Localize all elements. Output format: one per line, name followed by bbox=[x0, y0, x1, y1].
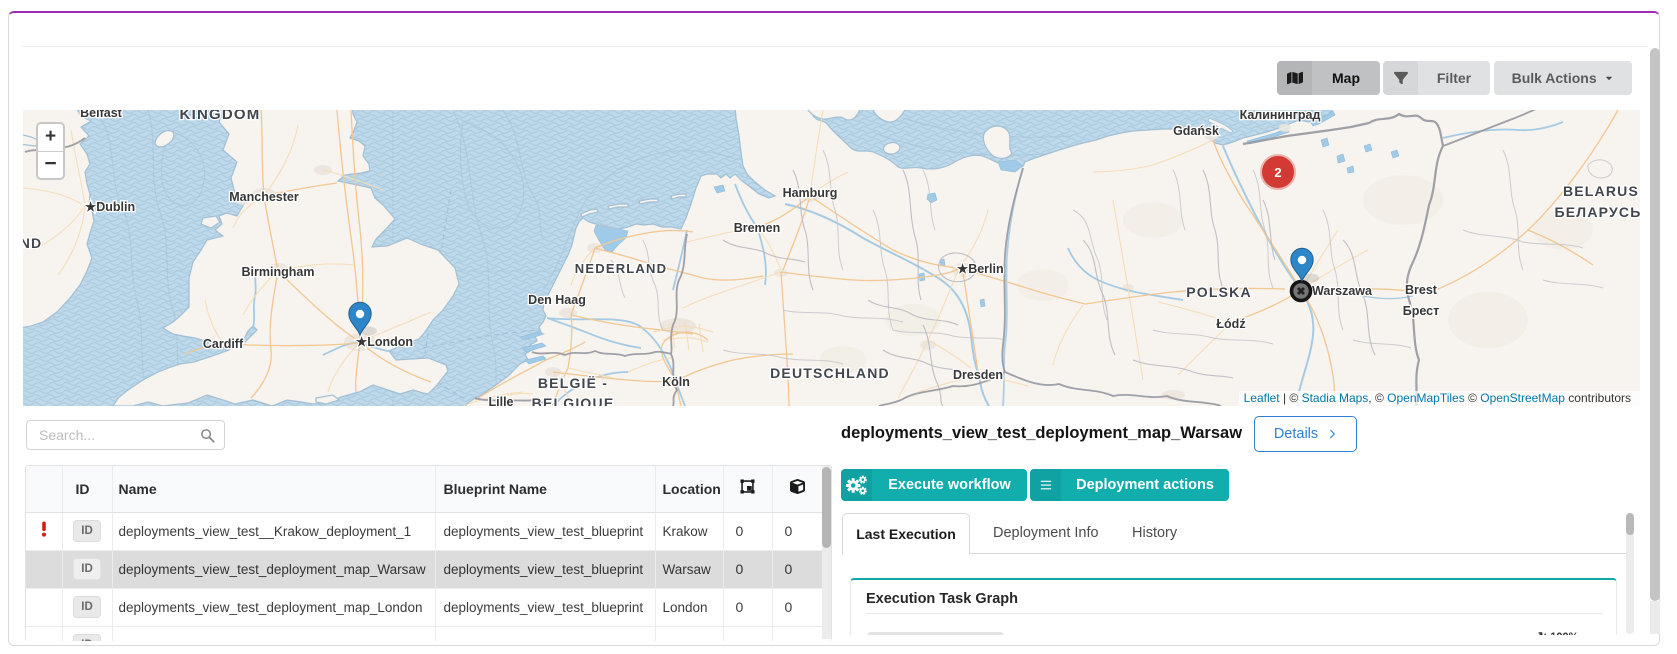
svg-text:Belfast: Belfast bbox=[80, 110, 123, 120]
svg-text:Cardiff: Cardiff bbox=[203, 337, 244, 351]
svg-text:POLSKA: POLSKA bbox=[1186, 284, 1252, 300]
svg-text:Brest: Brest bbox=[1405, 283, 1438, 297]
svg-text:Калининград: Калининград bbox=[1240, 110, 1321, 122]
svg-text:✖: ✖ bbox=[1296, 286, 1305, 298]
svg-text:Gdańsk: Gdańsk bbox=[1173, 124, 1219, 138]
svg-text:★Berlin: ★Berlin bbox=[957, 262, 1004, 276]
svg-text:★London: ★London bbox=[356, 335, 413, 349]
svg-text:DEUTSCHLAND: DEUTSCHLAND bbox=[770, 365, 890, 381]
svg-text:Manchester: Manchester bbox=[229, 190, 299, 204]
svg-text:KINGDOM: KINGDOM bbox=[180, 110, 261, 123]
svg-text:Birmingham: Birmingham bbox=[242, 265, 315, 279]
svg-text:BELGIË -: BELGIË - bbox=[538, 375, 608, 391]
svg-text:Hamburg: Hamburg bbox=[783, 186, 838, 200]
svg-text:Bremen: Bremen bbox=[734, 221, 781, 235]
svg-text:Брест: Брест bbox=[1403, 304, 1439, 318]
svg-text:Den Haag: Den Haag bbox=[528, 293, 586, 307]
svg-text:Lille: Lille bbox=[488, 395, 513, 406]
svg-text:2: 2 bbox=[1274, 165, 1281, 180]
svg-text:★Dublin: ★Dublin bbox=[85, 200, 135, 214]
svg-text:BELARUS: BELARUS bbox=[1563, 183, 1639, 199]
svg-text:Warszawa: Warszawa bbox=[1312, 284, 1373, 298]
svg-text:NEDERLAND: NEDERLAND bbox=[575, 261, 667, 276]
svg-text:Köln: Köln bbox=[662, 375, 690, 389]
svg-text:Dresden: Dresden bbox=[953, 368, 1003, 382]
svg-text:Łódź: Łódź bbox=[1216, 317, 1245, 331]
svg-text:БЕЛАРУСЬ: БЕЛАРУСЬ bbox=[1555, 204, 1640, 220]
svg-text:BELGIQUE: BELGIQUE bbox=[532, 395, 615, 406]
svg-text:ND: ND bbox=[23, 235, 42, 251]
